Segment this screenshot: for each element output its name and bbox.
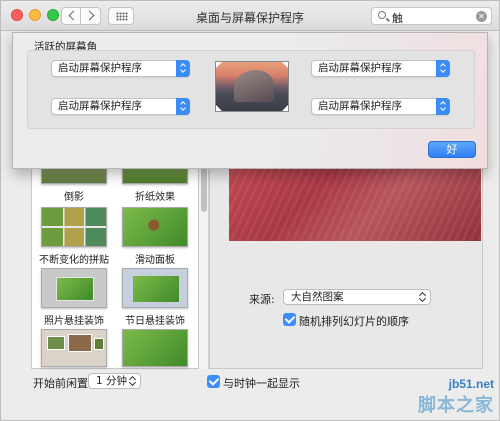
- photo-icon: [133, 276, 179, 302]
- screensaver-list-scrollbar[interactable]: [199, 151, 209, 369]
- screensaver-label: 不断变化的拼贴: [39, 255, 109, 266]
- preview-rock-shape: [234, 70, 274, 102]
- corner-marker-icon: [216, 105, 222, 111]
- screensaver-label: 滑动面板: [135, 255, 175, 266]
- search-input[interactable]: 触: [392, 10, 403, 26]
- screensaver-preview-image: [229, 159, 481, 241]
- screensaver-label: 照片悬挂装饰: [44, 316, 104, 327]
- screen-corner-preview: [215, 61, 289, 112]
- popup-arrows-icon: [176, 98, 190, 115]
- scrollbar-thumb[interactable]: [201, 167, 207, 212]
- screensaver-thumb-shifting-tiles[interactable]: [41, 207, 107, 247]
- hot-corners-sheet: 活跃的屏幕角 启动屏幕保护程序 启动屏幕保护程序 启动屏幕保护程序 启动屏幕保护…: [12, 32, 488, 169]
- bottom-left-corner-value: 启动屏幕保护程序: [58, 100, 142, 112]
- window: 桌面与屏幕保护程序 触 ✕ 倒影 折纸效果 不断变化的拼贴 滑动面板 照片悬挂装…: [0, 0, 500, 421]
- screensaver-thumb-photo-mobile[interactable]: [41, 268, 107, 308]
- idle-time-popup[interactable]: 1 分钟: [88, 373, 141, 389]
- corner-marker-icon: [282, 62, 288, 68]
- corner-marker-icon: [282, 105, 288, 111]
- corner-marker-icon: [216, 62, 222, 68]
- source-popup[interactable]: 大自然图案: [283, 289, 431, 305]
- screensaver-label: 倒影: [64, 192, 84, 203]
- hot-corners-group: 启动屏幕保护程序 启动屏幕保护程序 启动屏幕保护程序 启动屏幕保护程序: [27, 50, 475, 129]
- bottom-right-corner-value: 启动屏幕保护程序: [318, 100, 402, 112]
- source-label: 来源:: [249, 293, 275, 306]
- idle-label: 开始前闲置:: [33, 377, 92, 390]
- bottom-left-corner-popup[interactable]: 启动屏幕保护程序: [51, 98, 190, 115]
- show-clock-label: 与时钟一起显示: [223, 377, 300, 390]
- screensaver-thumb-holiday-mobile[interactable]: [122, 268, 188, 308]
- show-clock-checkbox[interactable]: [207, 375, 220, 388]
- top-right-corner-popup[interactable]: 启动屏幕保护程序: [311, 60, 450, 77]
- photo-icon: [57, 278, 93, 300]
- photo-icon: [94, 338, 104, 350]
- shuffle-label: 随机排列幻灯片的顺序: [299, 315, 409, 328]
- title-bar: 桌面与屏幕保护程序 触 ✕: [1, 1, 499, 31]
- photo-icon: [68, 334, 92, 352]
- screensaver-thumb-sliding-panels[interactable]: [122, 207, 188, 247]
- screensaver-label: 节日悬挂装饰: [125, 316, 185, 327]
- watermark-text: 脚本之家: [418, 395, 494, 416]
- top-left-corner-value: 启动屏幕保护程序: [58, 62, 142, 74]
- search-field[interactable]: 触 ✕: [371, 7, 492, 25]
- shuffle-checkbox[interactable]: [283, 313, 296, 326]
- watermark-url: jb51.net: [448, 377, 494, 391]
- idle-time-value: 1 分钟: [96, 375, 128, 387]
- screensaver-label: 折纸效果: [135, 192, 175, 203]
- ok-button[interactable]: 好: [428, 141, 476, 158]
- popup-arrows-icon: [436, 60, 450, 77]
- photo-icon: [47, 336, 65, 350]
- popup-arrows-icon: [436, 98, 450, 115]
- popup-arrows-icon: [176, 60, 190, 77]
- popup-arrows-icon: [129, 375, 137, 387]
- screensaver-thumb-vintage-prints[interactable]: [122, 329, 188, 367]
- top-left-corner-popup[interactable]: 启动屏幕保护程序: [51, 60, 190, 77]
- top-right-corner-value: 启动屏幕保护程序: [318, 62, 402, 74]
- screensaver-thumb-photo-wall[interactable]: [41, 329, 107, 367]
- source-value: 大自然图案: [291, 291, 344, 303]
- clear-search-icon[interactable]: ✕: [476, 11, 487, 22]
- popup-arrows-icon: [419, 291, 427, 303]
- search-icon: [378, 11, 386, 19]
- bottom-right-corner-popup[interactable]: 启动屏幕保护程序: [311, 98, 450, 115]
- site-watermark: jb51.net 脚本之家: [418, 377, 494, 417]
